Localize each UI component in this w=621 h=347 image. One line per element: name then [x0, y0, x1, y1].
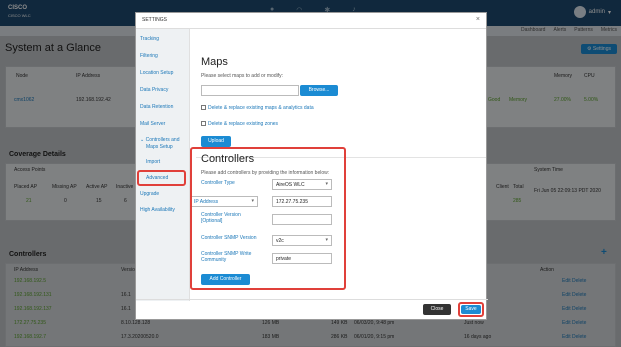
sidebar-item-filtering[interactable]: Filtering	[140, 53, 158, 59]
close-button[interactable]: Close	[423, 304, 451, 315]
sidebar-item-data-privacy[interactable]: Data Privacy	[140, 87, 168, 93]
sidebar-item-tracking[interactable]: Tracking	[140, 36, 159, 42]
maps-file-input[interactable]	[201, 85, 299, 96]
replace-zones-label: Delete & replace existing zones	[208, 121, 279, 127]
sidebar-item-high-availability[interactable]: High Availability	[140, 207, 175, 213]
replace-maps-label: Delete & replace existing maps & analyti…	[208, 105, 314, 111]
sidebar-item-advanced[interactable]: Advanced	[146, 175, 168, 181]
sidebar-item-mail-server[interactable]: Mail Server	[140, 121, 165, 127]
modal-header: SETTINGS ×	[136, 13, 486, 29]
browse-button[interactable]: Browse...	[300, 85, 338, 96]
sidebar-item-controllers-maps-2[interactable]: Maps Setup	[146, 144, 173, 150]
close-icon[interactable]: ×	[476, 16, 480, 23]
sidebar-item-controllers-maps[interactable]: ⌄ Controllers and	[140, 137, 180, 143]
save-highlight: Save	[458, 302, 484, 317]
sidebar-item-import[interactable]: Import	[146, 159, 160, 165]
maps-hint: Please select maps to add or modify:	[201, 73, 283, 79]
sidebar-item-upgrade[interactable]: Upgrade	[140, 191, 159, 197]
controllers-highlight	[190, 147, 346, 290]
sidebar-item-data-retention[interactable]: Data Retention	[140, 104, 173, 110]
replace-maps-checkbox[interactable]	[201, 105, 206, 110]
maps-heading: Maps	[201, 56, 228, 68]
sidebar-item-location-setup[interactable]: Location Setup	[140, 70, 173, 76]
modal-footer: Close Save	[136, 299, 488, 319]
modal-title: SETTINGS	[142, 17, 168, 23]
replace-zones-checkbox[interactable]	[201, 121, 206, 126]
upload-button[interactable]: Upload	[201, 136, 231, 147]
save-button[interactable]: Save	[461, 305, 481, 314]
settings-sidebar: Tracking Filtering Location Setup Data P…	[136, 29, 190, 301]
